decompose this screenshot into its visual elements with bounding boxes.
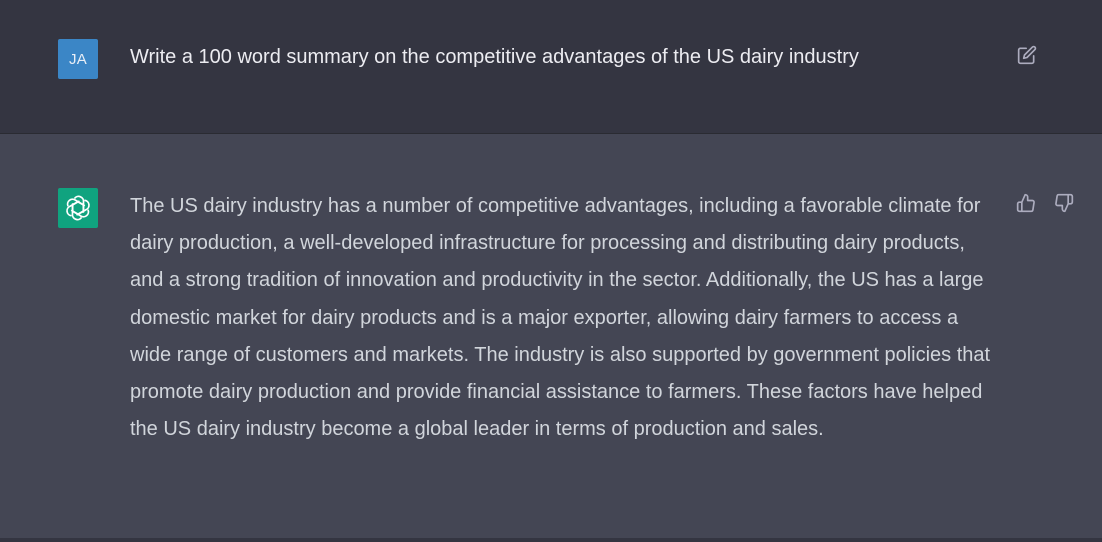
assistant-message-text: The US dairy industry has a number of co…	[130, 195, 991, 441]
openai-logo-icon	[66, 195, 90, 221]
assistant-message-row: The US dairy industry has a number of co…	[0, 134, 1102, 538]
thumbs-down-button[interactable]	[1051, 190, 1077, 216]
thumbs-up-button[interactable]	[1013, 190, 1039, 216]
bottom-divider	[0, 538, 1102, 542]
edit-icon	[1017, 45, 1037, 65]
user-message-text: Write a 100 word summary on the competit…	[130, 46, 859, 68]
user-message-row: JA Write a 100 word summary on the compe…	[0, 0, 1102, 134]
thumbs-up-icon	[1016, 193, 1035, 213]
edit-message-button[interactable]	[1014, 42, 1040, 68]
thumbs-down-icon	[1055, 193, 1074, 213]
user-avatar: JA	[58, 39, 98, 79]
assistant-avatar	[58, 188, 98, 228]
